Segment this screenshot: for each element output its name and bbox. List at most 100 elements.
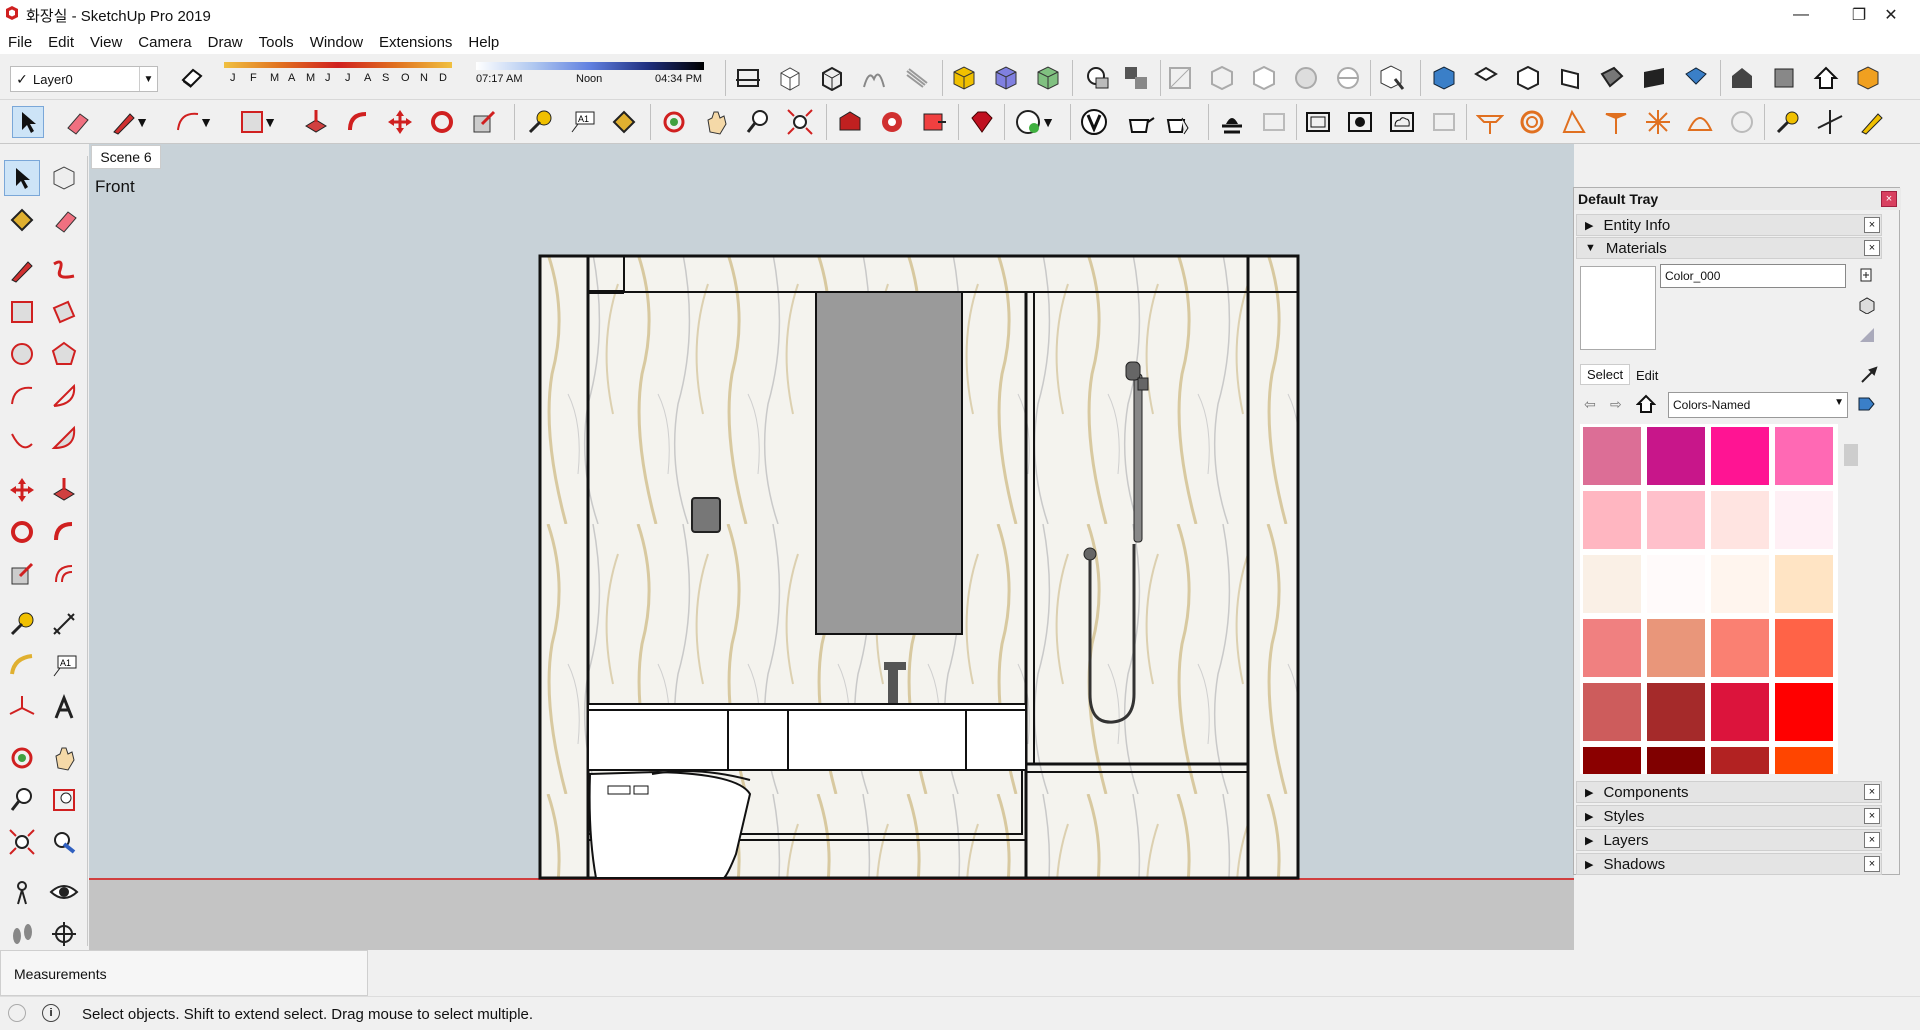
section-styles[interactable]: ▶ Styles: [1576, 805, 1882, 827]
push-pull-icon[interactable]: [46, 472, 82, 508]
drape-icon[interactable]: [900, 62, 932, 94]
rotated-rectangle-icon[interactable]: [46, 294, 82, 330]
eraser-icon[interactable]: [46, 202, 82, 238]
close-window-button[interactable]: ✕: [1862, 0, 1920, 30]
layout-icon[interactable]: [918, 106, 950, 138]
material-swatch[interactable]: [1710, 682, 1770, 742]
menu-tools[interactable]: Tools: [257, 34, 296, 51]
walk-icon[interactable]: [4, 916, 40, 952]
geo-location-icon[interactable]: [8, 1004, 26, 1022]
camera-icon[interactable]: [1344, 106, 1376, 138]
chevron-down-icon[interactable]: ▼: [262, 106, 278, 138]
protractor-icon[interactable]: [4, 648, 40, 684]
close-panel-button[interactable]: ×: [1864, 856, 1880, 872]
rotate-icon[interactable]: [426, 106, 458, 138]
axes-icon[interactable]: [1814, 106, 1846, 138]
minimize-button[interactable]: —: [1772, 0, 1830, 30]
material-swatch[interactable]: [1710, 490, 1770, 550]
lamp-icon[interactable]: [1600, 106, 1632, 138]
swatch-scroll-thumb[interactable]: [1844, 444, 1858, 466]
look-around-icon[interactable]: [46, 874, 82, 910]
orbit-icon[interactable]: [4, 740, 40, 776]
hidden-line-icon[interactable]: [1248, 62, 1280, 94]
material-swatch[interactable]: [1582, 618, 1642, 678]
pie-icon[interactable]: [46, 420, 82, 456]
shadow-month-slider[interactable]: [224, 62, 452, 68]
material-swatch[interactable]: [1646, 490, 1706, 550]
three-point-arc-icon[interactable]: [4, 420, 40, 456]
polygon-icon[interactable]: [46, 336, 82, 372]
material-swatch[interactable]: [1774, 490, 1834, 550]
menu-draw[interactable]: Draw: [206, 34, 245, 51]
sphere-icon[interactable]: [1726, 106, 1758, 138]
eraser-icon[interactable]: [60, 106, 92, 138]
scene-tab[interactable]: Scene 6: [91, 145, 161, 169]
pack-icon[interactable]: [1852, 62, 1884, 94]
cloud-icon[interactable]: [1386, 106, 1418, 138]
scale-icon[interactable]: [468, 106, 500, 138]
chevron-down-icon[interactable]: ▼: [134, 106, 150, 138]
pan-icon[interactable]: [700, 106, 732, 138]
menu-camera[interactable]: Camera: [136, 34, 193, 51]
shadow-time-slider[interactable]: [476, 62, 704, 70]
back-view-icon[interactable]: [1596, 62, 1628, 94]
close-panel-button[interactable]: ×: [1864, 217, 1880, 233]
zoom-extents-icon[interactable]: [4, 824, 40, 860]
position-camera-icon[interactable]: [4, 874, 40, 910]
two-point-arc-icon[interactable]: [46, 378, 82, 414]
render-light-icon[interactable]: [1216, 106, 1248, 138]
menu-window[interactable]: Window: [308, 34, 365, 51]
frame-icon[interactable]: [1302, 106, 1334, 138]
zoom-icon[interactable]: [742, 106, 774, 138]
material-swatch[interactable]: [1646, 746, 1706, 774]
swatch-scrollbar[interactable]: [1842, 424, 1860, 774]
sandbox-icon[interactable]: [858, 62, 890, 94]
material-swatch[interactable]: [1646, 682, 1706, 742]
follow-me-icon[interactable]: [46, 514, 82, 550]
teapot-icon[interactable]: [1124, 106, 1156, 138]
arc-icon[interactable]: [4, 378, 40, 414]
section-plane-icon[interactable]: [732, 62, 764, 94]
material-swatch[interactable]: [1582, 490, 1642, 550]
close-panel-button[interactable]: ×: [1864, 240, 1880, 256]
component-cursor-icon[interactable]: [1376, 62, 1408, 94]
forward-arrow-icon[interactable]: ⇨: [1610, 396, 1626, 412]
material-swatch[interactable]: [1646, 618, 1706, 678]
menu-extensions[interactable]: Extensions: [377, 34, 454, 51]
default-material-icon[interactable]: [1858, 296, 1876, 315]
select-icon[interactable]: [4, 160, 40, 196]
section-materials[interactable]: ▼ Materials: [1576, 237, 1882, 259]
warehouse-get-icon[interactable]: [834, 106, 866, 138]
offset-icon[interactable]: [46, 556, 82, 592]
material-swatch[interactable]: [1582, 426, 1642, 486]
extension-icon[interactable]: [1768, 62, 1800, 94]
box-open-icon[interactable]: [816, 62, 848, 94]
ring-icon[interactable]: [1516, 106, 1548, 138]
dimension-icon[interactable]: [46, 606, 82, 642]
eyedropper-icon[interactable]: [1860, 366, 1878, 384]
lock-icon[interactable]: [1428, 106, 1460, 138]
material-swatch[interactable]: [1710, 746, 1770, 774]
pin-icon[interactable]: [1772, 106, 1804, 138]
zoom-window-icon[interactable]: [46, 782, 82, 818]
paint-box-icon[interactable]: [948, 62, 980, 94]
axes-icon[interactable]: [4, 690, 40, 726]
menu-edit[interactable]: Edit: [46, 34, 76, 51]
section-components[interactable]: ▶ Components: [1576, 781, 1882, 803]
material-swatch[interactable]: [1710, 554, 1770, 614]
move-icon[interactable]: [384, 106, 416, 138]
texture-box-icon[interactable]: [1032, 62, 1064, 94]
scale-icon[interactable]: [4, 556, 40, 592]
dome-icon[interactable]: [1684, 106, 1716, 138]
ball-icon[interactable]: [1082, 62, 1114, 94]
rectangle-icon[interactable]: [4, 294, 40, 330]
color-box-icon[interactable]: [990, 62, 1022, 94]
make-component-icon[interactable]: [46, 160, 82, 196]
rotate-icon[interactable]: [4, 514, 40, 550]
details-arrow-icon[interactable]: [1856, 394, 1876, 414]
freehand-icon[interactable]: [46, 252, 82, 288]
house-icon[interactable]: [1810, 62, 1842, 94]
material-swatch[interactable]: [1646, 554, 1706, 614]
select-icon[interactable]: [12, 106, 44, 138]
section-shadows[interactable]: ▶ Shadows: [1576, 853, 1882, 875]
